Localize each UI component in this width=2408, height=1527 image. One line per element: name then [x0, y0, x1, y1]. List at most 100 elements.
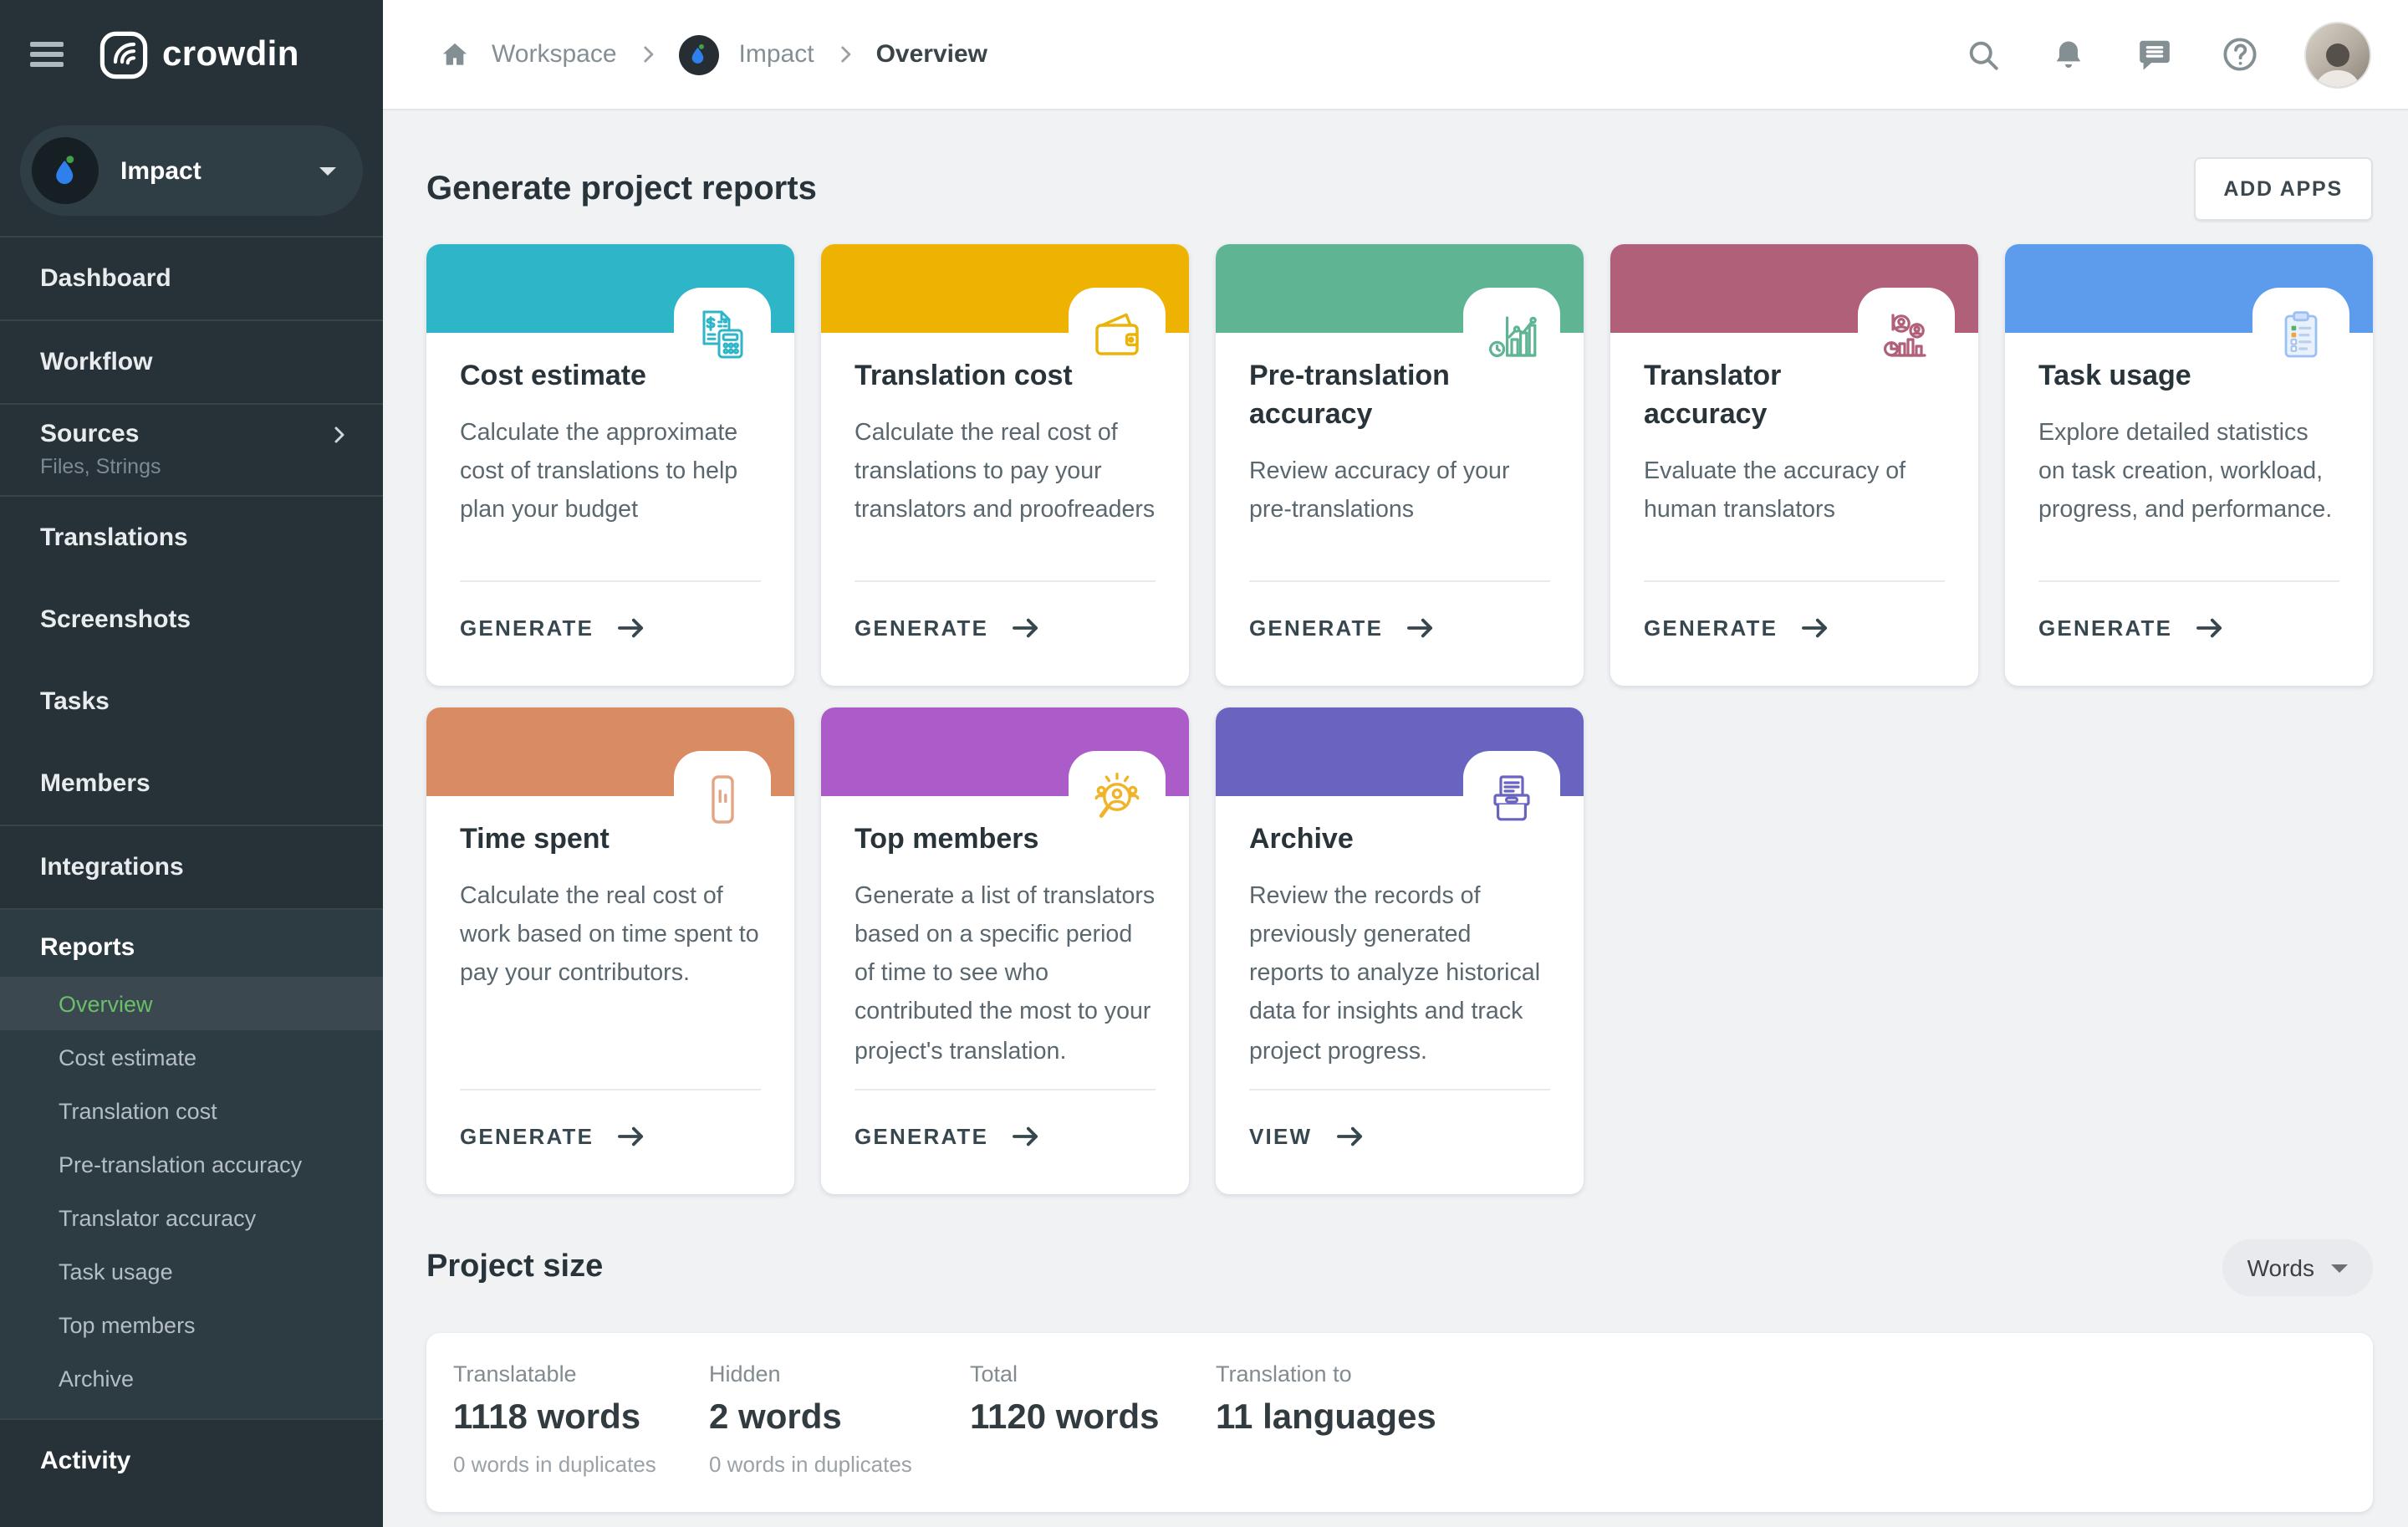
arrow-right-icon [1010, 1124, 1042, 1149]
card-top-members: Top members Generate a list of translato… [821, 707, 1189, 1194]
menu-hamburger-icon[interactable] [30, 42, 64, 67]
generate-link[interactable]: GENERATE [1644, 615, 1831, 641]
card-footer: GENERATE [855, 580, 1156, 686]
card-title: Top members [855, 821, 1075, 860]
sidebar: crowdin Impact Dashboard Workflow Source… [0, 0, 383, 1527]
card-translation-cost: Translation cost Calculate the real cost… [821, 244, 1189, 686]
card-title: Pre-translation accuracy [1249, 358, 1470, 435]
sidebar-item-activity[interactable]: Activity [0, 1420, 383, 1502]
stat-label: Hidden [709, 1361, 970, 1387]
sidebar-reports-translation-cost[interactable]: Translation cost [0, 1084, 383, 1137]
arrow-right-icon [1799, 615, 1831, 641]
card-title: Cost estimate [460, 358, 681, 396]
breadcrumb-project-avatar-icon [679, 34, 719, 74]
sidebar-reports-top-members[interactable]: Top members [0, 1298, 383, 1351]
card-description: Explore detailed statistics on task crea… [2038, 415, 2339, 531]
sidebar-item-dashboard[interactable]: Dashboard [0, 237, 383, 319]
stat-translatable: Translatable 1118 words 0 words in dupli… [453, 1361, 709, 1477]
arrow-right-icon [1010, 615, 1042, 641]
sidebar-reports-cost-estimate[interactable]: Cost estimate [0, 1030, 383, 1084]
generate-link[interactable]: GENERATE [2038, 615, 2226, 641]
project-selector[interactable]: Impact [20, 125, 363, 216]
generate-link[interactable]: GENERATE [460, 615, 647, 641]
topbar: Workspace Impact Overview [383, 0, 2408, 110]
main-content: Generate project reports ADD APPS [383, 109, 2408, 1527]
generate-link[interactable]: GENERATE [1249, 615, 1436, 641]
sidebar-item-sources[interactable]: Sources Files, Strings [0, 405, 383, 495]
card-title: Time spent [460, 821, 681, 860]
topbar-actions [1963, 21, 2371, 88]
sidebar-item-screenshots[interactable]: Screenshots [0, 579, 383, 661]
sidebar-reports-pre-translation-accuracy[interactable]: Pre-translation accuracy [0, 1137, 383, 1191]
view-link[interactable]: VIEW [1249, 1124, 1365, 1149]
chat-icon[interactable] [2134, 34, 2174, 74]
breadcrumb: Workspace Impact Overview [438, 34, 987, 74]
stat-total: Total 1120 words [970, 1361, 1216, 1477]
crowdin-logo-text[interactable]: crowdin [162, 34, 299, 74]
card-title: Translation cost [855, 358, 1075, 396]
project-size-title: Project size [426, 1249, 603, 1286]
breadcrumb-workspace[interactable]: Workspace [492, 40, 617, 69]
card-description: Generate a list of translators based on … [855, 878, 1156, 1072]
arrow-right-icon [1405, 615, 1436, 641]
stat-value: 11 languages [1216, 1398, 1436, 1438]
generate-label: GENERATE [460, 1124, 594, 1149]
chevron-right-icon [637, 43, 659, 65]
card-pre-translation-accuracy: Pre-translation accuracy Review accuracy… [1216, 244, 1584, 686]
card-footer: GENERATE [2038, 580, 2339, 686]
card-footer: GENERATE [1249, 580, 1550, 686]
stat-translation-to: Translation to 11 languages [1216, 1361, 1436, 1477]
invoice-calculator-icon [674, 288, 771, 385]
sidebar-reports-archive[interactable]: Archive [0, 1351, 383, 1405]
sidebar-reports-overview[interactable]: Overview [0, 977, 383, 1030]
breadcrumb-page[interactable]: Overview [876, 40, 987, 69]
bell-icon[interactable] [2048, 34, 2089, 74]
member-search-icon [1069, 751, 1166, 848]
sidebar-item-members[interactable]: Members [0, 743, 383, 825]
breadcrumb-project[interactable]: Impact [739, 40, 814, 69]
sidebar-item-reports[interactable]: Reports [0, 910, 383, 977]
stat-value: 1118 words [453, 1398, 709, 1438]
card-cost-estimate: Cost estimate Calculate the approximate … [426, 244, 794, 686]
sidebar-reports-task-usage[interactable]: Task usage [0, 1244, 383, 1298]
sidebar-item-integrations[interactable]: Integrations [0, 826, 383, 908]
chart-clock-icon [1463, 288, 1560, 385]
card-description: Calculate the approximate cost of transl… [460, 415, 761, 531]
sidebar-item-translations[interactable]: Translations [0, 497, 383, 579]
chevron-down-icon [2331, 1264, 2348, 1272]
sidebar-item-label: Sources [40, 420, 329, 448]
card-footer: VIEW [1249, 1089, 1550, 1194]
archive-box-icon [1463, 751, 1560, 848]
search-icon[interactable] [1963, 34, 2003, 74]
generate-label: GENERATE [1644, 615, 1778, 641]
arrow-right-icon [615, 1124, 647, 1149]
sidebar-item-sources-subtitle: Files, Strings [40, 455, 349, 478]
home-icon[interactable] [438, 38, 472, 71]
stat-label: Translatable [453, 1361, 709, 1387]
generate-link[interactable]: GENERATE [855, 1124, 1042, 1149]
stat-hidden: Hidden 2 words 0 words in duplicates [709, 1361, 970, 1477]
generate-label: GENERATE [855, 615, 988, 641]
card-translator-accuracy: Translator accuracy Evaluate the accurac… [1610, 244, 1978, 686]
stat-note: 0 words in duplicates [709, 1452, 970, 1477]
units-dropdown[interactable]: Words [2222, 1239, 2373, 1296]
card-description: Evaluate the accuracy of human translato… [1644, 453, 1945, 531]
card-description: Review the records of previously generat… [1249, 878, 1550, 1072]
generate-link[interactable]: GENERATE [460, 1124, 647, 1149]
card-footer: GENERATE [460, 580, 761, 686]
help-icon[interactable] [2219, 34, 2259, 74]
sidebar-reports-translator-accuracy[interactable]: Translator accuracy [0, 1191, 383, 1244]
card-title: Translator accuracy [1644, 358, 1865, 435]
clipboard-checklist-icon [2252, 288, 2349, 385]
crowdin-logo-icon[interactable] [99, 29, 149, 79]
card-task-usage: Task usage Explore detailed statistics o… [2005, 244, 2373, 686]
project-avatar-icon [32, 137, 99, 204]
user-avatar[interactable] [2304, 21, 2371, 88]
sidebar-item-workflow[interactable]: Workflow [0, 321, 383, 403]
sidebar-item-tasks[interactable]: Tasks [0, 661, 383, 743]
chevron-right-icon [834, 43, 856, 65]
generate-link[interactable]: GENERATE [855, 615, 1042, 641]
chevron-down-icon [319, 166, 336, 175]
card-time-spent: Time spent Calculate the real cost of wo… [426, 707, 794, 1194]
add-apps-button[interactable]: ADD APPS [2193, 157, 2373, 221]
